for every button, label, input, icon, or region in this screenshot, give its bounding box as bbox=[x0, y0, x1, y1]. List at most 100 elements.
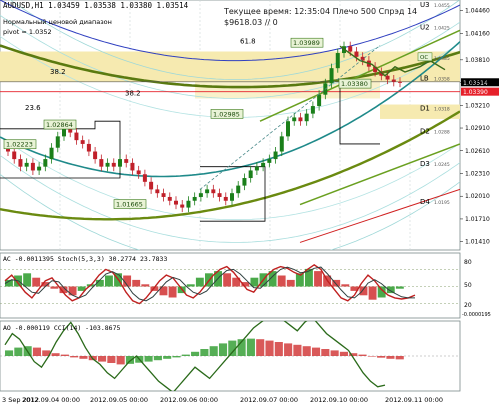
ac-bar bbox=[341, 284, 350, 287]
price-callout: 1.02985 bbox=[213, 110, 240, 118]
candle bbox=[279, 136, 284, 152]
price-axis: 1.04460 1.04160 1.03810 1.03510 1.03210 1.029… bbox=[460, 8, 490, 246]
candle bbox=[205, 189, 210, 194]
price-tick-label: 1.02610 bbox=[465, 148, 490, 155]
candle bbox=[186, 200, 191, 208]
symbol-line: AUDUSD,H1 1.03459 1.03538 1.03380 1.0351… bbox=[3, 1, 189, 10]
ac-bar bbox=[359, 286, 368, 296]
price-tick-label: 1.02910 bbox=[465, 125, 490, 132]
candle bbox=[136, 170, 141, 175]
pivot-subtitle: pivot = 1.0352 bbox=[3, 28, 52, 36]
ac-bar bbox=[368, 286, 377, 300]
ao-bar bbox=[98, 356, 107, 362]
candle bbox=[105, 162, 110, 167]
ao-bar bbox=[200, 349, 209, 356]
price-tick-label: 1.02310 bbox=[465, 170, 490, 177]
chart-canvas: 61.8 38.2 38.2 23.6 1.03989 1.02864 1.02985 1.0… bbox=[0, 0, 499, 404]
candle bbox=[267, 159, 272, 163]
x-label-1: 2012.09.04 00:00 bbox=[22, 396, 80, 404]
ac-bar bbox=[168, 286, 177, 298]
candle bbox=[230, 193, 234, 201]
candle bbox=[43, 159, 48, 167]
candle bbox=[62, 128, 66, 137]
oc-tag: OC bbox=[420, 55, 428, 61]
level-value: 1.0425 bbox=[434, 26, 450, 32]
candle bbox=[298, 117, 303, 122]
ao-bar bbox=[107, 356, 116, 363]
ao-bar bbox=[32, 347, 42, 356]
level-label-u2: U2 bbox=[420, 24, 430, 32]
x-label-3: 2012.09.06 00:00 bbox=[160, 396, 218, 404]
candle bbox=[30, 162, 35, 171]
level-label-d1: D1 bbox=[420, 105, 430, 113]
candle bbox=[55, 136, 60, 148]
price-tick-label: 1.01710 bbox=[465, 216, 490, 223]
ac-bar bbox=[314, 271, 322, 287]
ao-bar bbox=[330, 350, 339, 356]
candle bbox=[99, 159, 104, 167]
candle bbox=[111, 162, 116, 167]
chart-window: 61.8 38.2 38.2 23.6 1.03989 1.02864 1.02985 1.0… bbox=[0, 0, 500, 408]
stoch-axis: 80 50 20 -0.0000195 bbox=[462, 259, 491, 318]
x-label-4: 2012.09.07 00:00 bbox=[240, 396, 298, 404]
ao-bar bbox=[256, 339, 265, 356]
x-label-5: 2012.09.10 00:00 bbox=[310, 396, 368, 404]
ao-bar bbox=[209, 346, 218, 356]
candle bbox=[130, 162, 135, 171]
ao-bar bbox=[125, 356, 135, 364]
candle bbox=[93, 151, 98, 160]
price-tick-label: 1.04460 bbox=[465, 8, 490, 15]
candle bbox=[192, 196, 197, 201]
ac-bar bbox=[132, 279, 141, 287]
level-value: 1.0358 bbox=[434, 76, 450, 82]
ao-bar bbox=[302, 346, 311, 356]
ao-bar bbox=[321, 349, 330, 356]
ao-bar bbox=[218, 343, 228, 356]
candle bbox=[80, 140, 85, 144]
candle bbox=[292, 117, 297, 122]
candle bbox=[391, 79, 396, 82]
price-tick-label: 1.02010 bbox=[465, 193, 490, 200]
fib-label: 61.8 bbox=[240, 37, 256, 45]
ac-bar bbox=[105, 275, 113, 287]
ac-bar bbox=[186, 284, 195, 287]
level-value: 1.0385 bbox=[434, 56, 450, 62]
ao-bar bbox=[246, 338, 255, 356]
price-tick-label: 1.03210 bbox=[465, 102, 490, 109]
level-value: 1.0195 bbox=[434, 200, 450, 206]
ao-bar bbox=[14, 347, 23, 356]
candle bbox=[354, 51, 359, 57]
ac-bar bbox=[223, 273, 232, 287]
ac-bar bbox=[141, 284, 150, 287]
candle bbox=[248, 170, 253, 179]
candle bbox=[86, 143, 91, 152]
level-value: 1.0288 bbox=[434, 129, 450, 135]
candle bbox=[385, 75, 390, 80]
price-tick-label: 1.04160 bbox=[465, 30, 490, 37]
ao-bar bbox=[339, 351, 348, 356]
level-label-d3: D3 bbox=[420, 160, 430, 168]
candle bbox=[304, 113, 309, 122]
ao-bar bbox=[51, 353, 60, 356]
x-label-6: 2012.09.11 00:00 bbox=[385, 396, 443, 404]
price-tick-label: 1.01410 bbox=[465, 239, 490, 246]
balance-line: $9618.03 // 0 bbox=[224, 18, 278, 27]
ao-bar bbox=[60, 354, 69, 356]
ao-bar bbox=[191, 351, 200, 356]
ao-bar bbox=[284, 343, 293, 356]
price-tick-label: 1.03510 bbox=[465, 80, 490, 87]
stoch-tick-20: 20 bbox=[464, 302, 472, 309]
candle bbox=[49, 147, 54, 160]
candle bbox=[398, 81, 402, 83]
level-value: 1.0318 bbox=[434, 107, 450, 113]
candle bbox=[242, 178, 247, 186]
level-value: 1.0455 bbox=[434, 3, 450, 9]
price-callout: 1.02864 bbox=[46, 121, 73, 129]
candle bbox=[180, 204, 185, 208]
ao-bar bbox=[386, 356, 395, 359]
status-line: Текущее время: 12:35:04 Плечо 500 Спрэд … bbox=[223, 7, 417, 16]
candle bbox=[118, 159, 122, 167]
ao-bar bbox=[367, 356, 376, 357]
ac-bar bbox=[286, 279, 295, 287]
fib-label: 38.2 bbox=[125, 90, 141, 98]
